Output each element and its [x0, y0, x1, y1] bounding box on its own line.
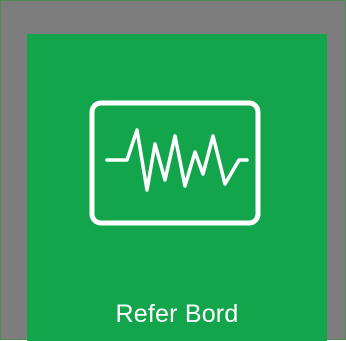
- tile-frame: Refer Bord: [0, 0, 346, 341]
- heartbeat-monitor-icon: [89, 100, 261, 226]
- tile-label: Refer Bord: [115, 300, 239, 328]
- refer-bord-tile[interactable]: Refer Bord: [27, 34, 327, 341]
